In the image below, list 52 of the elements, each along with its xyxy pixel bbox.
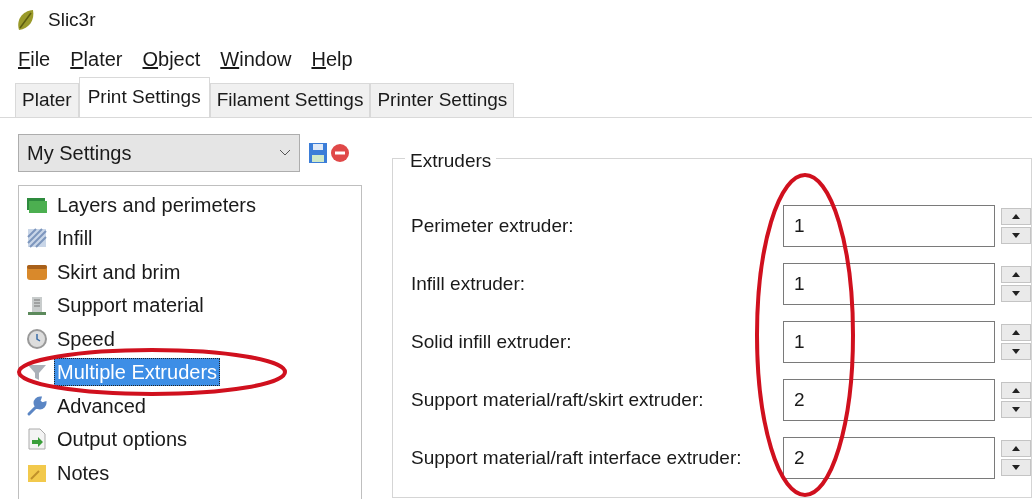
up-arrow-icon: [1012, 214, 1020, 219]
down-arrow-icon: [1012, 407, 1020, 412]
window-title: Slic3r: [48, 7, 96, 32]
menu-item[interactable]: Help: [311, 49, 353, 69]
section-item[interactable]: Skirt and brim: [54, 258, 184, 285]
number-field[interactable]: 2: [783, 437, 995, 479]
section-item[interactable]: Notes: [54, 459, 113, 486]
field-label: Support material/raft/skirt extruder:: [411, 388, 705, 412]
chevron-down-icon: [279, 149, 291, 157]
spin-buttons[interactable]: [1001, 208, 1031, 244]
leaf-logo-icon: [16, 8, 36, 32]
up-arrow-icon: [1012, 446, 1020, 451]
number-field[interactable]: 1: [783, 205, 995, 247]
tab[interactable]: Print Settings: [78, 77, 210, 117]
up-arrow-icon: [1012, 388, 1020, 393]
field-label: Solid infill extruder:: [411, 330, 573, 354]
section-item[interactable]: Speed: [54, 325, 118, 352]
spin-buttons[interactable]: [1001, 440, 1031, 476]
down-arrow-icon: [1012, 291, 1020, 296]
number-field[interactable]: 1: [783, 263, 995, 305]
menu-item[interactable]: Object: [142, 49, 201, 69]
spin-buttons[interactable]: [1001, 266, 1031, 302]
clock-icon: [26, 327, 48, 350]
section-item[interactable]: Infill: [54, 225, 96, 252]
section-item[interactable]: Layers and perimeters: [54, 191, 259, 218]
remove-icon[interactable]: [330, 143, 350, 163]
menu-item[interactable]: Window: [220, 49, 292, 69]
field-label: Perimeter extruder:: [411, 214, 575, 238]
menu-item[interactable]: Plater: [70, 49, 123, 69]
up-arrow-icon: [1012, 330, 1020, 335]
down-arrow-icon: [1012, 233, 1020, 238]
hatch-icon: [26, 227, 48, 250]
section-item[interactable]: Support material: [54, 292, 207, 319]
spin-buttons[interactable]: [1001, 382, 1031, 418]
tab[interactable]: Printer Settings: [370, 83, 515, 117]
up-arrow-icon: [1012, 272, 1020, 277]
menu-item[interactable]: File: [18, 49, 51, 69]
down-arrow-icon: [1012, 349, 1020, 354]
section-item[interactable]: Advanced: [54, 392, 149, 419]
field-label: Support material/raft interface extruder:: [411, 446, 743, 470]
number-field[interactable]: 1: [783, 321, 995, 363]
field-label: Infill extruder:: [411, 272, 527, 296]
tab[interactable]: Filament Settings: [209, 83, 371, 117]
wrench-icon: [26, 394, 48, 417]
building-icon: [26, 294, 48, 317]
number-field[interactable]: 2: [783, 379, 995, 421]
export-icon: [26, 428, 48, 451]
preset-dropdown[interactable]: My Settings: [18, 134, 300, 172]
tab[interactable]: Plater: [15, 83, 79, 117]
down-arrow-icon: [1012, 465, 1020, 470]
section-item[interactable]: Output options: [54, 426, 191, 453]
spin-buttons[interactable]: [1001, 324, 1031, 360]
